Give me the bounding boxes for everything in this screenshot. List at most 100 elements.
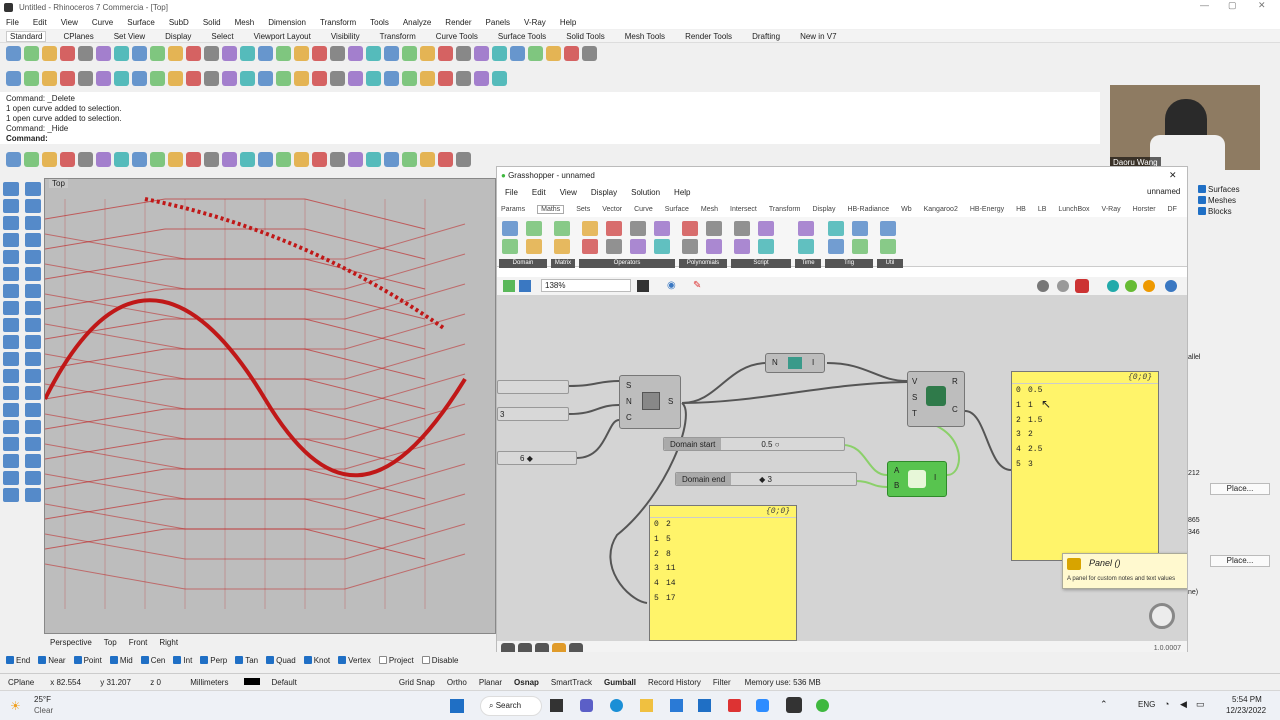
left-tool-4-icon[interactable] <box>3 216 19 230</box>
osnap-int[interactable]: Int <box>173 655 192 665</box>
gh-tab-display[interactable]: Display <box>813 206 836 213</box>
gh-component-icon[interactable] <box>502 221 518 236</box>
tab-viewport-layout[interactable]: Viewport Layout <box>251 32 314 41</box>
toolbar-tool-26-icon[interactable] <box>474 46 489 61</box>
gh-component-icon[interactable] <box>706 239 722 254</box>
toolbar-tool-6-icon[interactable] <box>114 46 129 61</box>
menu-item-dimension[interactable]: Dimension <box>268 18 306 27</box>
osnap-tan[interactable]: Tan <box>235 655 258 665</box>
gh-component-icon[interactable] <box>654 239 670 254</box>
gh-menu-help[interactable]: Help <box>674 188 690 197</box>
toolbar-tool-10-icon[interactable] <box>186 71 201 86</box>
toolbar-tool-12-icon[interactable] <box>222 152 237 167</box>
toolbar-tool-16-icon[interactable] <box>294 71 309 86</box>
maximize-icon[interactable]: ▢ <box>1228 0 1237 11</box>
toolbar-tool-9-icon[interactable] <box>168 46 183 61</box>
gh-section-time[interactable]: Time <box>795 259 821 268</box>
menu-item-v-ray[interactable]: V-Ray <box>524 18 546 27</box>
tab-solid-tools[interactable]: Solid Tools <box>563 32 608 41</box>
gh-component-icon[interactable] <box>880 239 896 254</box>
gh-settings-icon[interactable] <box>1165 280 1177 292</box>
toolbar-tool-25-icon[interactable] <box>456 71 471 86</box>
menu-item-analyze[interactable]: Analyze <box>403 18 431 27</box>
gh-tab-intersect[interactable]: Intersect <box>730 206 757 213</box>
toggle-grid-snap[interactable]: Grid Snap <box>393 678 441 687</box>
toolbar-tool-24-icon[interactable] <box>438 152 453 167</box>
gh-section-matrix[interactable]: Matrix <box>551 259 575 268</box>
toolbar-tool-29-icon[interactable] <box>528 46 543 61</box>
toolbar-tool-17-icon[interactable] <box>312 71 327 86</box>
gh-tab-horster[interactable]: Horster <box>1133 206 1156 213</box>
left-tool-14-icon[interactable] <box>3 301 19 315</box>
chrome-icon[interactable] <box>816 699 829 712</box>
toolbar-tool-4-icon[interactable] <box>78 46 93 61</box>
osnap-disable[interactable]: Disable <box>421 655 458 665</box>
remap-component[interactable]: V S T R C <box>907 371 965 427</box>
gh-component-icon[interactable] <box>798 239 814 254</box>
slider-handle-icon[interactable]: ◆ <box>527 454 533 463</box>
toolbar-tool-1-icon[interactable] <box>24 152 39 167</box>
panel-series-output[interactable]: {0;0} 0 2 1 5 2 8 3 11 4 14 5 17 <box>649 505 797 641</box>
left-tool-7-icon[interactable] <box>25 233 41 247</box>
gh-tab-wb[interactable]: Wb <box>901 206 912 213</box>
close-icon[interactable]: ✕ <box>1258 0 1266 11</box>
left-tool-36-icon[interactable] <box>3 488 19 502</box>
weather-icon[interactable]: ☀ <box>10 699 21 713</box>
left-tool-29-icon[interactable] <box>25 420 41 434</box>
toolbar-tool-25-icon[interactable] <box>456 152 471 167</box>
gh-menu-solution[interactable]: Solution <box>631 188 660 197</box>
count-slider[interactable]: 6 ◆ <box>497 451 577 465</box>
osnap-end[interactable]: End <box>6 655 30 665</box>
gh-component-icon[interactable] <box>582 239 598 254</box>
toolbar-tool-12-icon[interactable] <box>222 46 237 61</box>
toolbar-tool-24-icon[interactable] <box>438 71 453 86</box>
gh-tab-lunchbox[interactable]: LunchBox <box>1058 206 1089 213</box>
gh-component-icon[interactable] <box>852 221 868 236</box>
osnap-knot[interactable]: Knot <box>303 655 330 665</box>
tab-surface-tools[interactable]: Surface Tools <box>495 32 549 41</box>
toolbar-tool-6-icon[interactable] <box>114 152 129 167</box>
toolbar-tool-15-icon[interactable] <box>276 46 291 61</box>
gh-tab-vector[interactable]: Vector <box>602 206 622 213</box>
gh-tab-kangaroo2[interactable]: Kangaroo2 <box>924 206 958 213</box>
toolbar-tool-19-icon[interactable] <box>348 152 363 167</box>
toolbar-tool-20-icon[interactable] <box>366 46 381 61</box>
gh-tab-curve[interactable]: Curve <box>634 206 653 213</box>
slider-handle-icon[interactable]: ○ <box>775 440 780 449</box>
left-tool-31-icon[interactable] <box>25 437 41 451</box>
tab-new-in-v7[interactable]: New in V7 <box>797 32 839 41</box>
osnap-cen[interactable]: Cen <box>140 655 165 665</box>
toolbar-tool-23-icon[interactable] <box>420 152 435 167</box>
toolbar-tool-7-icon[interactable] <box>132 152 147 167</box>
language-indicator[interactable]: ENG <box>1138 700 1155 709</box>
toolbar-tool-7-icon[interactable] <box>132 46 147 61</box>
gh-component-icon[interactable] <box>554 221 570 236</box>
filter-item[interactable]: Surfaces <box>1198 184 1240 195</box>
toolbar-tool-14-icon[interactable] <box>258 46 273 61</box>
osnap-vertex[interactable]: Vertex <box>338 655 371 665</box>
menu-item-edit[interactable]: Edit <box>33 18 47 27</box>
gh-tab-hb[interactable]: HB <box>1016 206 1026 213</box>
osnap-perp[interactable]: Perp <box>200 655 227 665</box>
toolbar-tool-4-icon[interactable] <box>78 152 93 167</box>
layer-label[interactable]: Default <box>236 677 312 687</box>
viewport-label[interactable]: Top <box>49 179 68 188</box>
gh-menu-view[interactable]: View <box>560 188 577 197</box>
toolbar-tool-17-icon[interactable] <box>312 46 327 61</box>
tab-standard[interactable]: Standard <box>6 30 47 42</box>
toggle-planar[interactable]: Planar <box>473 678 508 687</box>
left-tool-10-icon[interactable] <box>3 267 19 281</box>
tab-transform[interactable]: Transform <box>377 32 419 41</box>
tab-mesh-tools[interactable]: Mesh Tools <box>622 32 668 41</box>
toolbar-tool-23-icon[interactable] <box>420 71 435 86</box>
toolbar-tool-0-icon[interactable] <box>6 152 21 167</box>
open-file-icon[interactable] <box>503 280 515 292</box>
clock-date[interactable]: 12/23/2022 <box>1226 706 1266 715</box>
left-tool-32-icon[interactable] <box>3 454 19 468</box>
toolbar-tool-15-icon[interactable] <box>276 71 291 86</box>
gh-canvas[interactable]: 3 6 ◆ S N C S N I Domain start 0.5 ○ Dom… <box>497 295 1187 641</box>
tab-select[interactable]: Select <box>208 32 236 41</box>
toggle-gumball[interactable]: Gumball <box>598 678 642 687</box>
left-tool-8-icon[interactable] <box>3 250 19 264</box>
toolbar-tool-21-icon[interactable] <box>384 71 399 86</box>
